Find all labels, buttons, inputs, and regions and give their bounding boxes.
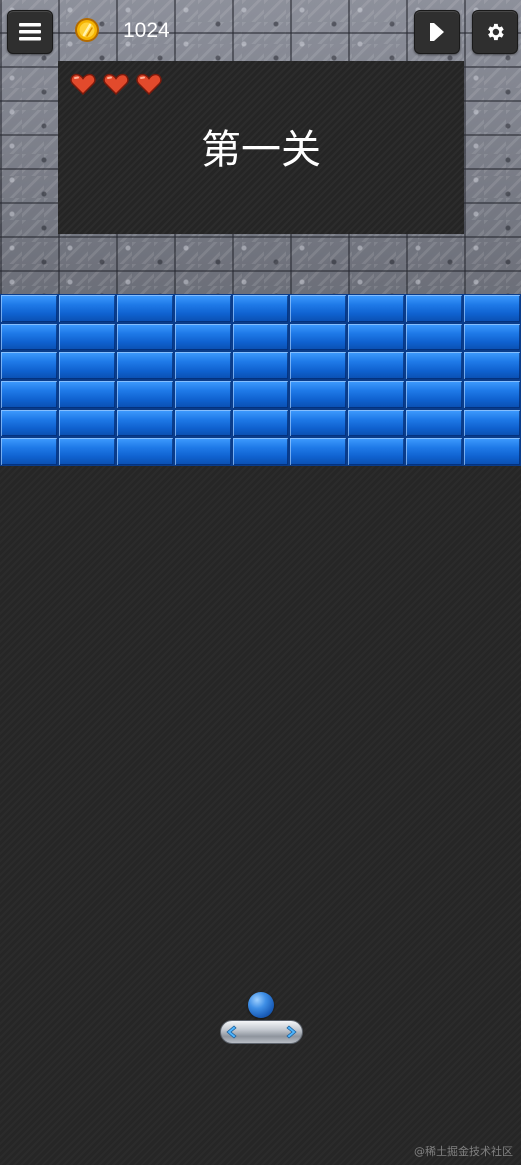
hamburger-menu-icon (19, 23, 41, 41)
brick (116, 294, 174, 323)
brick (174, 409, 232, 437)
watermark: @稀土掘金技术社区 (414, 1145, 513, 1158)
brick (174, 323, 232, 351)
brick (174, 294, 232, 323)
ball (248, 992, 274, 1018)
brick (174, 437, 232, 466)
coin-icon (75, 18, 99, 42)
brick (58, 351, 116, 380)
brick (0, 409, 58, 437)
brick (405, 351, 463, 380)
heart-icon (136, 73, 162, 95)
brick (0, 351, 58, 380)
brick (116, 380, 174, 409)
brick (0, 437, 58, 466)
level-title: 第一关 (201, 128, 321, 172)
brick (232, 380, 289, 409)
brick (232, 409, 289, 437)
brick (347, 351, 405, 380)
menu-button[interactable] (7, 10, 53, 54)
brick (289, 380, 347, 409)
brick (0, 294, 58, 323)
brick (58, 409, 116, 437)
brick (232, 437, 289, 466)
level-panel: 第一关 (58, 61, 464, 234)
brick (463, 380, 521, 409)
brick (116, 351, 174, 380)
brick (289, 351, 347, 380)
brick (289, 323, 347, 351)
brick (116, 437, 174, 466)
brick (174, 380, 232, 409)
brick (58, 294, 116, 323)
brick (405, 323, 463, 351)
brick-grid (0, 294, 521, 466)
brick (289, 294, 347, 323)
brick (116, 323, 174, 351)
brick (58, 380, 116, 409)
lives-indicator (70, 73, 162, 95)
brick (347, 380, 405, 409)
brick (58, 437, 116, 466)
brick (347, 294, 405, 323)
brick (405, 409, 463, 437)
gear-icon (488, 23, 504, 41)
play-icon (430, 23, 444, 41)
brick (463, 294, 521, 323)
heart-icon (70, 73, 96, 95)
brick (347, 437, 405, 466)
paddle[interactable] (220, 1020, 303, 1044)
brick (405, 294, 463, 323)
brick (289, 437, 347, 466)
brick (0, 380, 58, 409)
brick (58, 323, 116, 351)
brick (463, 437, 521, 466)
chevron-left-icon (226, 1025, 237, 1039)
heart-icon (103, 73, 129, 95)
coin-score: 1024 (123, 19, 170, 42)
brick (232, 351, 289, 380)
settings-button[interactable] (472, 10, 518, 54)
brick (0, 323, 58, 351)
brick (232, 294, 289, 323)
brick (463, 409, 521, 437)
brick (405, 437, 463, 466)
brick (405, 380, 463, 409)
brick (463, 323, 521, 351)
brick (289, 409, 347, 437)
brick (174, 351, 232, 380)
brick (463, 351, 521, 380)
brick (232, 323, 289, 351)
brick (116, 409, 174, 437)
brick (347, 323, 405, 351)
brick (347, 409, 405, 437)
play-button[interactable] (414, 10, 460, 54)
chevron-right-icon (286, 1025, 297, 1039)
